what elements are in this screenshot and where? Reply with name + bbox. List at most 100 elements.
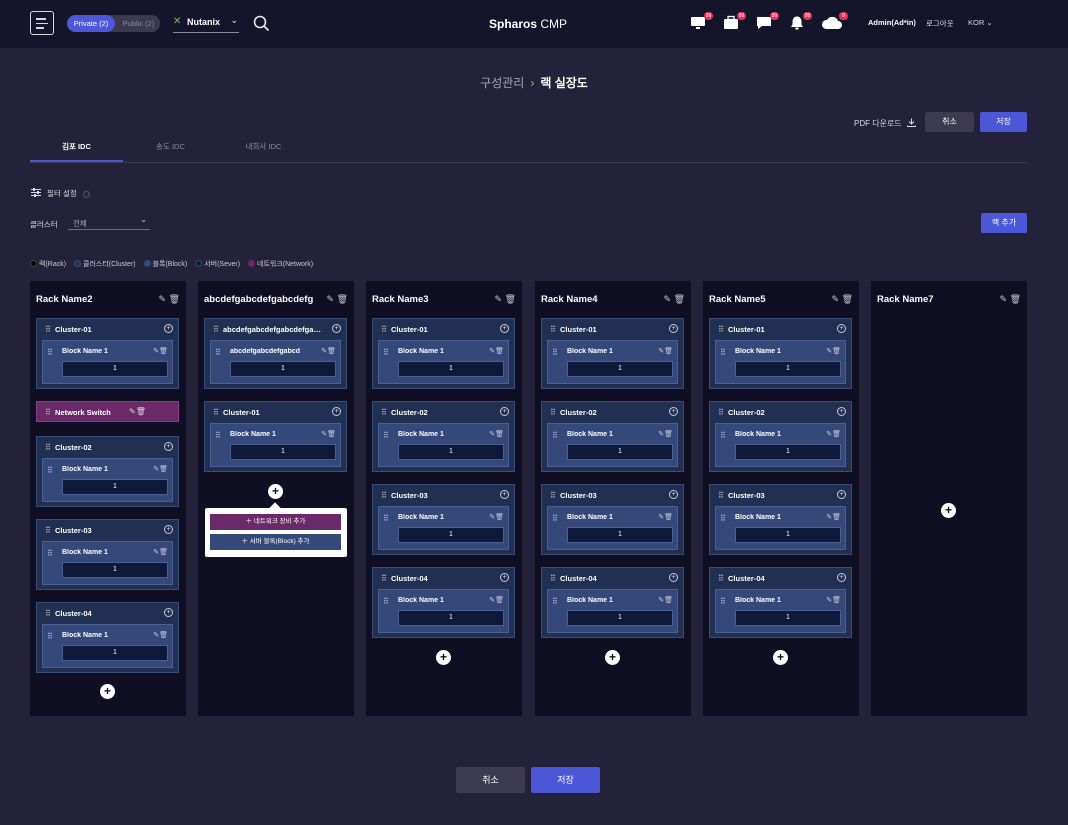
drag-handle-icon[interactable]: ⠿ — [45, 443, 51, 452]
drag-handle-icon[interactable]: ⠿ — [381, 325, 387, 334]
cluster-card[interactable]: ⠿ Cluster-03 + ⠿ Block Name 1 ✎🗑 1 — [709, 484, 852, 555]
drag-handle-icon[interactable]: ⠿ — [552, 514, 558, 523]
add-icon[interactable]: + — [500, 490, 509, 499]
edit-icon[interactable]: ✎ — [495, 294, 503, 304]
block-card[interactable]: ⠿ Block Name 1 ✎🗑 1 — [378, 506, 509, 550]
add-icon[interactable]: + — [164, 324, 173, 333]
cluster-card[interactable]: ⠿ Cluster-01 + ⠿ Block Name 1 ✎🗑 1 — [541, 318, 684, 389]
drag-handle-icon[interactable]: ⠿ — [45, 408, 51, 417]
block-card[interactable]: ⠿ Block Name 1 ✎🗑 1 — [42, 458, 173, 502]
cluster-card[interactable]: ⠿ Cluster-01 + ⠿ Block Name 1 ✎🗑 1 — [204, 401, 347, 472]
add-icon[interactable]: + — [837, 490, 846, 499]
drag-handle-icon[interactable]: ⠿ — [720, 431, 726, 440]
pdf-download-button[interactable]: PDF 다운로드 — [854, 118, 916, 129]
add-icon[interactable]: + — [500, 407, 509, 416]
tab-songdo-idc[interactable]: 송도 IDC — [124, 141, 217, 162]
cluster-card[interactable]: ⠿ abcdefgabcdefgabcdefgabcdefg + ⠿ abcdefgab… — [204, 318, 347, 389]
drag-handle-icon[interactable]: ⠿ — [552, 348, 558, 357]
block-card[interactable]: ⠿ Block Name 1 ✎🗑 1 — [378, 340, 509, 384]
cluster-card[interactable]: ⠿ Cluster-03 + ⠿ Block Name 1 ✎🗑 1 — [541, 484, 684, 555]
server-slot[interactable]: 1 — [398, 444, 504, 460]
filter-settings-toggle[interactable]: 필터 설정 — [31, 188, 90, 199]
cluster-card[interactable]: ⠿ Cluster-03 + ⠿ Block Name 1 ✎🗑 1 — [372, 484, 515, 555]
add-item-button[interactable]: + — [941, 503, 956, 518]
drag-handle-icon[interactable]: ⠿ — [552, 431, 558, 440]
cluster-card[interactable]: ⠿ Cluster-02 + ⠿ Block Name 1 ✎🗑 1 — [36, 436, 179, 507]
cluster-card[interactable]: ⠿ Cluster-04 + ⠿ Block Name 1 ✎🗑 1 — [372, 567, 515, 638]
drag-handle-icon[interactable]: ⠿ — [552, 597, 558, 606]
edit-icon[interactable]: ✎ — [1000, 294, 1008, 304]
block-card[interactable]: ⠿ Block Name 1 ✎🗑 1 — [547, 340, 678, 384]
drag-handle-icon[interactable]: ⠿ — [718, 491, 724, 500]
trash-icon[interactable]: 🗑 — [832, 597, 841, 604]
block-card[interactable]: ⠿ Block Name 1 ✎🗑 1 — [42, 541, 173, 585]
bell-icon[interactable]: 99 — [789, 12, 812, 31]
block-card[interactable]: ⠿ Block Name 1 ✎🗑 1 — [210, 423, 341, 467]
add-icon[interactable]: + — [837, 407, 846, 416]
cluster-card[interactable]: ⠿ Cluster-01 + ⠿ Block Name 1 ✎🗑 1 — [36, 318, 179, 389]
tab-gimpo-idc[interactable]: 김포 IDC — [30, 141, 123, 162]
edit-icon[interactable]: ✎ — [664, 294, 672, 304]
drag-handle-icon[interactable]: ⠿ — [381, 408, 387, 417]
drag-handle-icon[interactable]: ⠿ — [47, 348, 53, 357]
add-item-button[interactable]: + — [773, 650, 788, 665]
add-icon[interactable]: + — [332, 324, 341, 333]
add-icon[interactable]: + — [669, 573, 678, 582]
block-card[interactable]: ⠿ Block Name 1 ✎🗑 1 — [715, 423, 846, 467]
block-card[interactable]: ⠿ Block Name 1 ✎🗑 1 — [378, 423, 509, 467]
server-slot[interactable]: 1 — [735, 444, 841, 460]
cluster-card[interactable]: ⠿ Cluster-02 + ⠿ Block Name 1 ✎🗑 1 — [372, 401, 515, 472]
trash-icon[interactable]: 🗑 — [832, 514, 841, 521]
trash-icon[interactable]: 🗑 — [159, 549, 168, 556]
trash-icon[interactable]: 🗑 — [136, 407, 146, 416]
drag-handle-icon[interactable]: ⠿ — [720, 514, 726, 523]
trash-icon[interactable]: 🗑 — [674, 294, 685, 304]
server-slot[interactable]: 1 — [62, 562, 168, 578]
monitor-icon[interactable]: 99 — [690, 12, 713, 31]
cluster-card[interactable]: ⠿ Cluster-02 + ⠿ Block Name 1 ✎🗑 1 — [541, 401, 684, 472]
drag-handle-icon[interactable]: ⠿ — [718, 574, 724, 583]
block-card[interactable]: ⠿ Block Name 1 ✎🗑 1 — [547, 589, 678, 633]
add-icon[interactable]: + — [837, 573, 846, 582]
block-card[interactable]: ⠿ Block Name 1 ✎🗑 1 — [715, 589, 846, 633]
cluster-card[interactable]: ⠿ Cluster-03 + ⠿ Block Name 1 ✎🗑 1 — [36, 519, 179, 590]
trash-icon[interactable]: 🗑 — [169, 294, 180, 304]
trash-icon[interactable]: 🗑 — [664, 597, 673, 604]
drag-handle-icon[interactable]: ⠿ — [47, 466, 53, 475]
tab-our-company-idc[interactable]: 내회사 IDC — [217, 141, 310, 162]
logout-link[interactable]: 로그아웃 — [926, 18, 954, 29]
trash-icon[interactable]: 🗑 — [495, 431, 504, 438]
trash-icon[interactable]: 🗑 — [159, 632, 168, 639]
trash-icon[interactable]: 🗑 — [664, 431, 673, 438]
add-icon[interactable]: + — [669, 324, 678, 333]
user-name[interactable]: Admin(Ad*in) — [868, 18, 916, 27]
cluster-filter-select[interactable]: 전체 ⌄ — [68, 214, 150, 230]
add-icon[interactable]: + — [500, 324, 509, 333]
server-slot[interactable]: 1 — [398, 527, 504, 543]
server-slot[interactable]: 1 — [567, 444, 673, 460]
add-icon[interactable]: + — [669, 490, 678, 499]
server-slot[interactable]: 1 — [735, 361, 841, 377]
block-card[interactable]: ⠿ Block Name 1 ✎🗑 1 — [547, 423, 678, 467]
edit-icon[interactable]: ✎ — [159, 294, 167, 304]
trash-icon[interactable]: 🗑 — [159, 348, 168, 355]
drag-handle-icon[interactable]: ⠿ — [383, 348, 389, 357]
trash-icon[interactable]: 🗑 — [159, 466, 168, 473]
block-card[interactable]: ⠿ Block Name 1 ✎🗑 1 — [715, 506, 846, 550]
drag-handle-icon[interactable]: ⠿ — [45, 609, 51, 618]
trash-icon[interactable]: 🗑 — [842, 294, 853, 304]
add-network-device-option[interactable]: ＋ 네트워크 장비 추가 — [210, 514, 341, 530]
block-card[interactable]: ⠿ Block Name 1 ✎🗑 1 — [378, 589, 509, 633]
cluster-card[interactable]: ⠿ Cluster-04 + ⠿ Block Name 1 ✎🗑 1 — [709, 567, 852, 638]
add-item-button[interactable]: + — [268, 484, 283, 499]
drag-handle-icon[interactable]: ⠿ — [550, 574, 556, 583]
trash-icon[interactable]: 🗑 — [505, 294, 516, 304]
cluster-card[interactable]: ⠿ Cluster-01 + ⠿ Block Name 1 ✎🗑 1 — [372, 318, 515, 389]
drag-handle-icon[interactable]: ⠿ — [383, 514, 389, 523]
drag-handle-icon[interactable]: ⠿ — [550, 325, 556, 334]
chat-icon[interactable]: 99 — [756, 12, 779, 31]
server-slot[interactable]: 1 — [735, 610, 841, 626]
drag-handle-icon[interactable]: ⠿ — [215, 348, 221, 357]
trash-icon[interactable]: 🗑 — [327, 431, 336, 438]
block-card[interactable]: ⠿ Block Name 1 ✎🗑 1 — [715, 340, 846, 384]
